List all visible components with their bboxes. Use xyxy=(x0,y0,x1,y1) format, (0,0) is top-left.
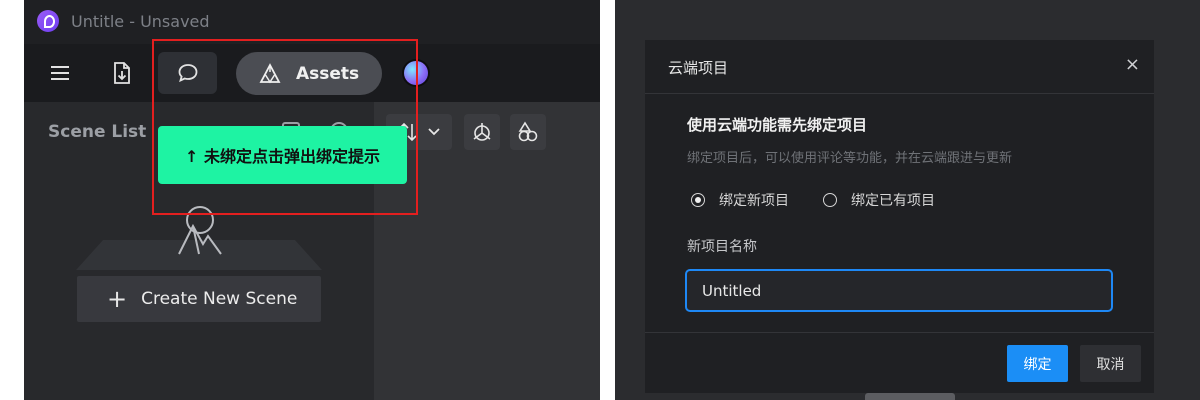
hamburger-icon xyxy=(51,66,69,80)
chat-bubble-icon xyxy=(178,64,197,83)
dialog-header: 云端项目 × xyxy=(645,40,1154,94)
window-title: Untitle - Unsaved xyxy=(71,12,210,31)
title-bar: Untitle - Unsaved xyxy=(24,0,600,44)
plus-icon: + xyxy=(107,285,128,313)
background-element xyxy=(865,393,955,400)
close-icon[interactable]: × xyxy=(1125,56,1140,74)
bind-hint-banner[interactable]: ↑ 未绑定点击弹出绑定提示 xyxy=(158,126,407,184)
cloud-project-dialog: 云端项目 × 使用云端功能需先绑定项目 绑定项目后，可以使用评论等功能，并在云端… xyxy=(645,40,1154,393)
menu-button[interactable] xyxy=(40,52,80,94)
gizmo-icon xyxy=(473,123,491,141)
dialog-heading: 使用云端功能需先绑定项目 xyxy=(687,116,868,134)
radio-bind-existing-project[interactable]: 绑定已有项目 xyxy=(823,190,935,210)
dialog-backdrop: 云端项目 × 使用云端功能需先绑定项目 绑定项目后，可以使用评论等功能，并在云端… xyxy=(615,0,1200,400)
assets-button[interactable]: Assets xyxy=(236,52,382,95)
project-name-input[interactable] xyxy=(685,269,1113,312)
radio-bind-new-project[interactable]: 绑定新项目 xyxy=(691,190,789,210)
shapes-tool-button[interactable] xyxy=(510,114,546,150)
cancel-button[interactable]: 取消 xyxy=(1080,345,1141,382)
radio-selected-icon xyxy=(691,193,705,207)
chevron-down-icon xyxy=(428,128,440,136)
radio-label: 绑定已有项目 xyxy=(851,193,935,209)
shapes-icon xyxy=(518,121,538,142)
dialog-footer-divider xyxy=(645,332,1154,333)
radio-unselected-icon xyxy=(823,193,837,207)
project-name-label: 新项目名称 xyxy=(687,239,757,255)
dialog-subtitle: 绑定项目后，可以使用评论等功能，并在云端跟进与更新 xyxy=(687,151,1013,166)
app-logo-icon xyxy=(37,10,59,32)
toolbar: Assets xyxy=(24,44,600,102)
gizmo-tool-button[interactable] xyxy=(464,114,500,150)
stage: Untitle - Unsaved Assets Scene List + Cr… xyxy=(0,0,1200,400)
comment-button[interactable] xyxy=(158,52,217,94)
canvas-area xyxy=(374,102,600,400)
user-avatar[interactable] xyxy=(404,61,428,85)
create-new-scene-button[interactable]: + Create New Scene xyxy=(77,276,321,322)
radio-label: 绑定新项目 xyxy=(719,193,789,209)
dialog-title: 云端项目 xyxy=(668,59,729,77)
bind-button[interactable]: 绑定 xyxy=(1007,345,1068,382)
create-new-scene-label: Create New Scene xyxy=(141,289,298,309)
scene-list-title: Scene List xyxy=(48,122,147,142)
export-file-button[interactable] xyxy=(102,52,142,94)
assets-label: Assets xyxy=(296,63,360,84)
empty-scene-icon xyxy=(178,206,222,255)
editor-window: Untitle - Unsaved Assets Scene List + Cr… xyxy=(24,0,600,400)
assets-icon xyxy=(259,62,281,83)
file-download-icon xyxy=(114,62,130,84)
